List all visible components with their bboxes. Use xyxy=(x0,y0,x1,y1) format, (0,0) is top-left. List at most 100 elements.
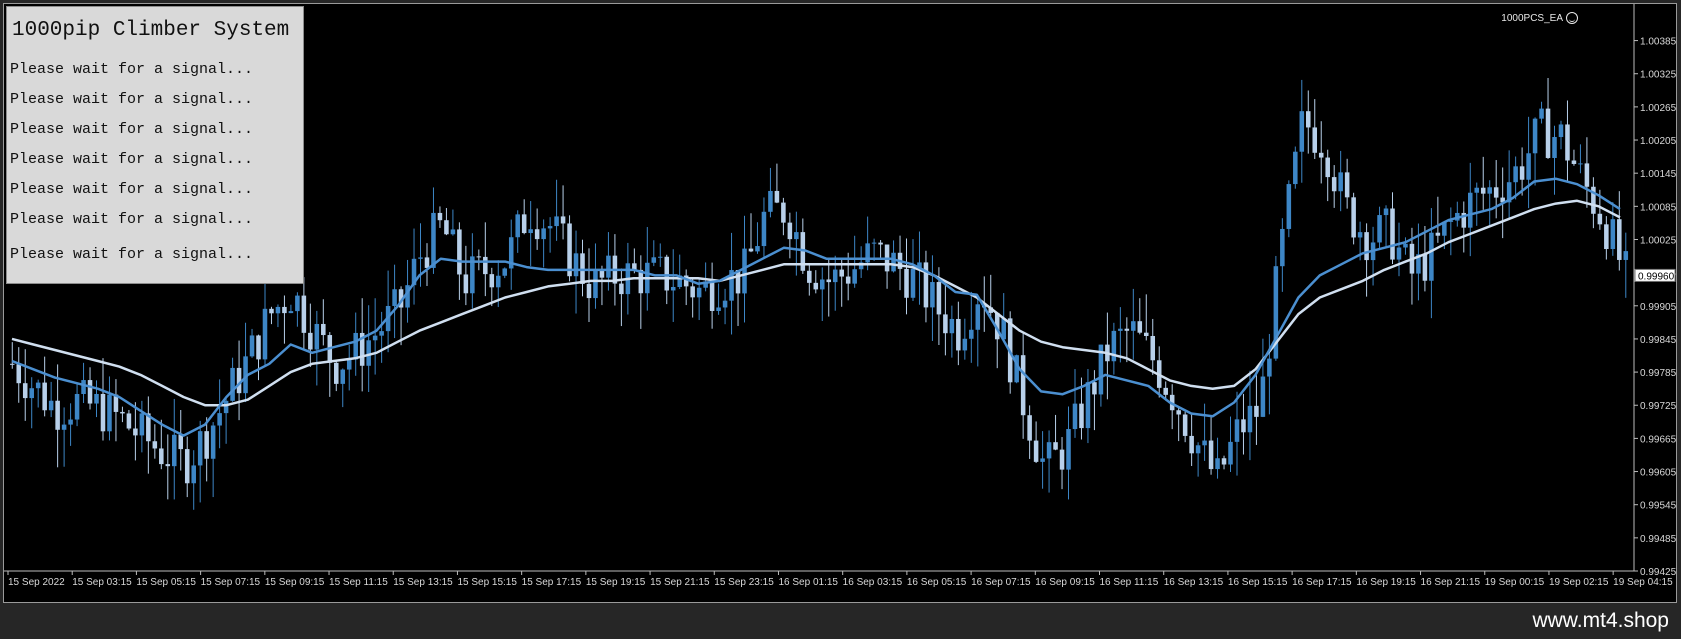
time-tick-label: 16 Sep 19:15 xyxy=(1356,577,1416,588)
price-tick-label: 1.00085 xyxy=(1640,202,1676,213)
candle-body xyxy=(444,220,449,235)
candle-body xyxy=(1221,458,1227,465)
price-tick-label: 1.00145 xyxy=(1640,169,1676,180)
candle-body xyxy=(1299,111,1305,152)
time-tick-label: 15 Sep 2022 xyxy=(8,577,65,588)
candle-body xyxy=(29,388,34,399)
candle-body xyxy=(1597,213,1603,225)
candle-body xyxy=(658,256,663,258)
candle-body xyxy=(81,380,86,394)
candle-body xyxy=(768,190,773,212)
candle-body xyxy=(936,282,942,315)
candle-body xyxy=(256,335,261,360)
candle-body xyxy=(651,257,657,263)
candle-body xyxy=(1623,251,1629,260)
candle-body xyxy=(1312,127,1318,153)
candle-body xyxy=(1066,429,1071,470)
candle-body xyxy=(321,323,326,336)
candle-body xyxy=(716,307,721,311)
time-tick-label: 16 Sep 05:15 xyxy=(907,577,967,588)
price-tick-label: 0.99785 xyxy=(1640,368,1676,379)
website-watermark: www.mt4.shop xyxy=(1532,609,1669,632)
candle-body xyxy=(1202,440,1207,446)
candle-body xyxy=(301,295,307,333)
candle-body xyxy=(606,255,611,278)
candle-body xyxy=(353,332,358,360)
candle-body xyxy=(541,228,546,240)
candle-body xyxy=(346,359,352,370)
candle-body xyxy=(1111,330,1117,362)
candle-body xyxy=(269,308,274,314)
candle-body xyxy=(1033,440,1039,462)
candle-body xyxy=(910,268,916,298)
candle-body xyxy=(217,413,222,426)
candle-body xyxy=(483,256,488,275)
candle-body xyxy=(172,434,177,467)
candle-body xyxy=(962,338,968,351)
candle-body xyxy=(1189,435,1194,454)
candle-body xyxy=(904,268,909,298)
signal-line: Please wait for a signal... xyxy=(10,246,254,263)
candle-body xyxy=(1163,387,1168,395)
candle-body xyxy=(1351,197,1356,238)
candle-body xyxy=(249,335,255,357)
candle-body xyxy=(1280,228,1285,267)
candle-body xyxy=(1306,111,1311,128)
candle-body xyxy=(1519,166,1525,180)
candle-body xyxy=(1480,187,1486,194)
candle-body xyxy=(696,287,702,298)
candle-body xyxy=(139,413,145,436)
candle-body xyxy=(781,202,786,223)
candle-body xyxy=(1604,224,1609,250)
time-tick-label: 15 Sep 23:15 xyxy=(714,577,774,588)
candle-body xyxy=(1513,166,1518,183)
time-tick-label: 16 Sep 11:15 xyxy=(1100,577,1159,588)
signal-line: Please wait for a signal... xyxy=(10,61,254,78)
candle-body xyxy=(184,449,190,484)
candle-body xyxy=(891,252,896,272)
candle-body xyxy=(521,214,527,234)
candle-body xyxy=(502,268,508,276)
candle-body xyxy=(774,190,780,203)
candle-body xyxy=(1072,403,1078,430)
candle-body xyxy=(1040,458,1045,462)
candle-body xyxy=(288,311,294,314)
candle-body xyxy=(210,425,216,459)
candle-body xyxy=(1558,124,1564,138)
candle-body xyxy=(1344,172,1350,198)
price-tick-label: 0.99605 xyxy=(1640,468,1676,479)
candle-body xyxy=(1584,163,1590,187)
candle-body xyxy=(1137,321,1143,333)
candle-body xyxy=(308,332,313,350)
candle-body xyxy=(379,331,384,336)
candle-body xyxy=(35,382,41,389)
candle-body xyxy=(489,274,495,288)
candle-body xyxy=(1403,243,1408,248)
signal-panel: 1000pip Climber System Please wait for a… xyxy=(6,6,304,284)
candle-body xyxy=(1131,321,1136,331)
candle-body xyxy=(1195,445,1201,454)
candle-body xyxy=(10,363,15,365)
candle-body xyxy=(1357,232,1363,238)
price-tick-label: 0.99725 xyxy=(1640,401,1676,412)
candle-body xyxy=(1234,419,1240,442)
time-tick-label: 15 Sep 03:15 xyxy=(72,577,132,588)
price-tick-label: 1.00385 xyxy=(1640,37,1676,48)
candle-body xyxy=(638,269,644,294)
candle-body xyxy=(1487,187,1492,194)
candle-body xyxy=(1150,335,1156,361)
current-price-label: 0.99960 xyxy=(1638,271,1675,282)
candle-body xyxy=(457,229,462,275)
time-tick-label: 19 Sep 04:15 xyxy=(1613,577,1673,588)
signal-line: Please wait for a signal... xyxy=(10,211,254,228)
candle-body xyxy=(956,318,961,351)
time-tick-label: 15 Sep 19:15 xyxy=(586,577,646,588)
price-tick-label: 1.00325 xyxy=(1640,70,1676,81)
candle-body xyxy=(930,282,935,308)
candle-body xyxy=(1396,247,1402,260)
candle-body xyxy=(593,270,598,299)
candle-body xyxy=(295,295,300,312)
candle-body xyxy=(437,212,443,221)
candle-body xyxy=(1079,403,1084,429)
candle-body xyxy=(1020,355,1026,416)
